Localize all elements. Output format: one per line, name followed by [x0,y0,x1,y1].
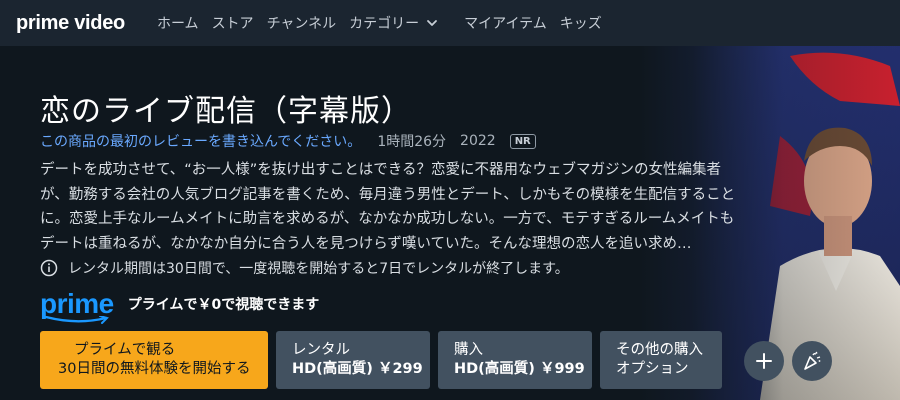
nav-item-home[interactable]: ホーム [157,13,199,33]
free-trial-label: 30日間の無料体験を開始する [58,361,251,377]
more-options-label-2: オプション [616,361,689,377]
top-navigation: prime video ホーム ストア チャンネル カテゴリー マイアイテム キ… [0,0,900,46]
prime-logo-text: prime [40,288,114,319]
buy-label: 購入 [454,342,483,358]
write-review-link[interactable]: この商品の最初のレビューを書き込んでください。 [40,131,361,151]
nav-item-kids[interactable]: キッズ [560,13,602,33]
plus-icon [756,353,772,369]
watch-with-prime-label: プライムで観る [74,342,176,358]
prime-availability-text: プライムで￥0で視聴できます [127,297,320,313]
prime-logo: prime [40,288,114,324]
prime-smile-icon [44,316,109,324]
prime-video-logo[interactable]: prime video [16,12,125,35]
page-title: 恋のライブ配信（字幕版） [40,94,412,129]
watch-party-button[interactable] [792,341,832,381]
nav-item-my-items[interactable]: マイアイテム [464,13,547,33]
meta-row: この商品の最初のレビューを書き込んでください。 1時間26分 2022 NR [40,131,536,151]
more-purchase-options-button[interactable]: その他の購入 オプション [600,331,722,389]
info-icon [40,259,58,277]
chevron-down-icon [427,20,438,26]
rent-price: HD(高画質) ￥299 [292,361,423,377]
buy-button[interactable]: 購入 HD(高画質) ￥999 [438,331,592,389]
nav-item-categories[interactable]: カテゴリー [349,13,439,33]
rent-button[interactable]: レンタル HD(高画質) ￥299 [276,331,430,389]
release-year: 2022 [460,133,496,149]
rent-label: レンタル [292,342,350,358]
rating-badge: NR [509,133,536,149]
party-popper-icon [804,351,821,370]
add-to-watchlist-button[interactable] [744,341,784,381]
nav-item-store[interactable]: ストア [212,13,254,33]
runtime: 1時間26分 [377,134,447,150]
rental-notice: レンタル期間は30日間で、一度視聴を開始すると7日でレンタルが終了します。 [40,258,569,278]
prime-availability: prime プライムで￥0で視聴できます [40,288,320,324]
rental-notice-text: レンタル期間は30日間で、一度視聴を開始すると7日でレンタルが終了します。 [68,261,569,277]
nav-item-channels[interactable]: チャンネル [267,13,337,33]
nav-item-categories-label: カテゴリー [349,16,420,32]
more-options-label-1: その他の購入 [616,342,703,358]
synopsis: デートを成功させて、“お一人様”を抜け出すことはできる？恋愛に不器用なウェブマガ… [40,162,736,252]
buy-price: HD(高画質) ￥999 [454,361,585,377]
watch-with-prime-button[interactable]: プライムで観る 30日間の無料体験を開始する [40,331,268,389]
